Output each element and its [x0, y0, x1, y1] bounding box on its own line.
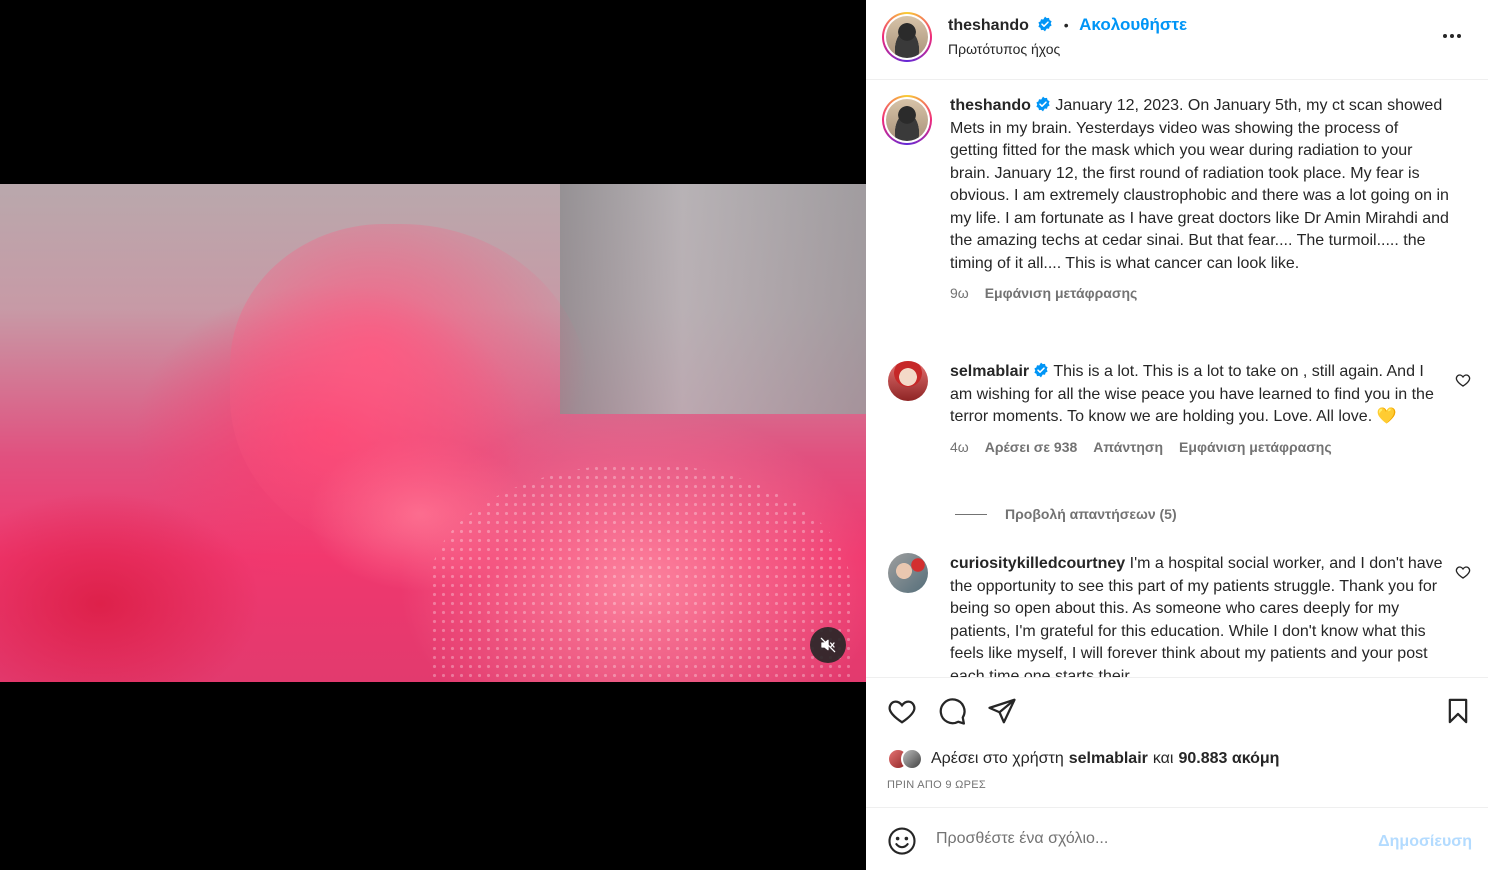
video-background-wall — [560, 184, 866, 414]
caption-text: January 12, 2023. On January 5th, my ct … — [950, 97, 1449, 272]
comment-button[interactable] — [936, 695, 968, 727]
post-comment-button[interactable]: Δημοσίευση — [1378, 833, 1472, 851]
comment-like-heart-icon[interactable] — [1455, 372, 1471, 388]
more-horizontal-icon — [1443, 34, 1447, 38]
comment-item: curiositykilledcourtney I'm a hospital s… — [886, 553, 1471, 677]
comment-bubble-icon — [939, 698, 966, 725]
post-side-panel: theshando • Ακολουθήστε Πρωτότυπος ήχος — [866, 0, 1488, 870]
emoji-smiley-icon — [888, 827, 916, 855]
likes-middle: και — [1152, 750, 1174, 767]
caption-time[interactable]: 9ω — [950, 285, 969, 301]
likes-user[interactable]: selmablair — [1069, 750, 1148, 768]
likes-summary: Αρέσει στο χρήστη selmablair και 90.883 … — [887, 748, 1279, 770]
commenter-avatar[interactable] — [888, 361, 928, 401]
instagram-post-modal: theshando • Ακολουθήστε Πρωτότυπος ήχος — [0, 0, 1488, 870]
heart-icon — [888, 700, 916, 724]
media-pane — [0, 0, 866, 870]
commenter-avatar[interactable] — [888, 553, 928, 593]
caption-translate-button[interactable]: Εμφάνιση μετάφρασης — [985, 285, 1138, 301]
caption-avatar[interactable] — [882, 95, 932, 145]
caption-username[interactable]: theshando — [950, 97, 1031, 114]
emoji-button[interactable] — [886, 825, 918, 857]
follow-button[interactable]: Ακολουθήστε — [1079, 15, 1187, 34]
author-avatar[interactable] — [882, 12, 932, 62]
comment-composer: Δημοσίευση — [866, 809, 1488, 870]
comment-username[interactable]: curiositykilledcourtney — [950, 555, 1125, 572]
likes-prefix: Αρέσει στο χρήστη — [931, 750, 1064, 767]
comment-like-heart-icon[interactable] — [1455, 564, 1471, 580]
comment-meta: 4ω Αρέσει σε 938 Απάντηση Εμφάνιση μετάφ… — [950, 439, 1471, 455]
comment-translate-button[interactable]: Εμφάνιση μετάφρασης — [1179, 439, 1332, 455]
likes-count[interactable]: 90.883 ακόμη — [1178, 750, 1279, 768]
mute-button[interactable] — [810, 627, 846, 663]
save-button[interactable] — [1442, 695, 1474, 727]
comment-item: selmablair This is a lot. This is a lot … — [886, 361, 1471, 455]
post-actions: Αρέσει στο χρήστη selmablair και 90.883 … — [866, 677, 1488, 808]
paper-plane-icon — [988, 698, 1016, 724]
post-video[interactable] — [0, 184, 866, 682]
bookmark-icon — [1448, 698, 1468, 724]
author-username[interactable]: theshando — [948, 17, 1029, 34]
post-header: theshando • Ακολουθήστε Πρωτότυπος ήχος — [866, 0, 1488, 80]
comment-input[interactable] — [936, 823, 1356, 855]
header-separator: • — [1063, 17, 1069, 33]
comment-time[interactable]: 4ω — [950, 439, 969, 455]
share-button[interactable] — [986, 695, 1018, 727]
verified-badge-icon — [1034, 362, 1048, 378]
like-button[interactable] — [886, 695, 918, 727]
more-options-button[interactable] — [1436, 24, 1468, 48]
caption-meta: 9ω Εμφάνιση μετάφρασης — [950, 285, 1471, 301]
comment-text: I'm a hospital social worker, and I don'… — [950, 555, 1443, 677]
speaker-muted-icon — [820, 637, 836, 653]
comment-text-block: selmablair This is a lot. This is a lot … — [950, 361, 1450, 429]
view-replies-button[interactable]: Προβολή απαντήσεων (5) — [955, 506, 1177, 522]
comments-section[interactable]: theshando January 12, 2023. On January 5… — [866, 81, 1488, 677]
caption-text-block: theshando January 12, 2023. On January 5… — [950, 95, 1450, 275]
verified-badge-icon — [1038, 16, 1052, 32]
caption: theshando January 12, 2023. On January 5… — [882, 95, 1471, 301]
verified-badge-icon — [1036, 96, 1050, 112]
view-replies-label: Προβολή απαντήσεων (5) — [1005, 506, 1177, 522]
audio-label[interactable]: Πρωτότυπος ήχος — [948, 41, 1060, 57]
liker-avatar — [901, 748, 923, 770]
comment-username[interactable]: selmablair — [950, 363, 1029, 380]
reply-button[interactable]: Απάντηση — [1093, 439, 1163, 455]
comment-likes[interactable]: Αρέσει σε 938 — [985, 439, 1078, 455]
comment-text-block: curiositykilledcourtney I'm a hospital s… — [950, 553, 1450, 677]
post-timestamp[interactable]: ΠΡΙΝ ΑΠΟ 9 ΩΡΕΣ — [887, 779, 986, 791]
